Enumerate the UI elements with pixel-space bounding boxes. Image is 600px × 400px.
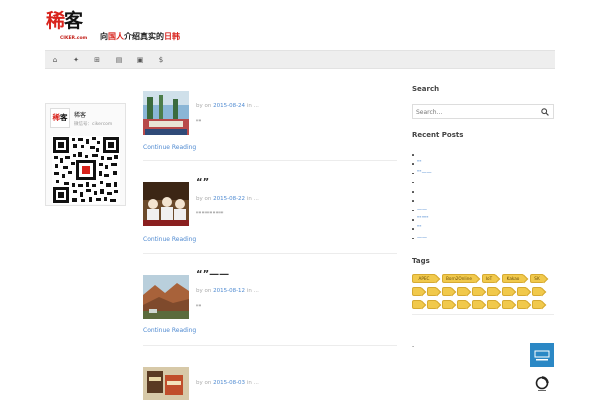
post-meta: by on 2015-08-12 in ... xyxy=(196,288,259,294)
tag-link[interactable] xyxy=(427,287,437,296)
main-nav: ⌂ ✦ ⊞ ▤ ▣ $ xyxy=(45,50,555,69)
continue-reading-link[interactable]: Continue Reading xyxy=(143,144,196,151)
post-meta: by on 2015-08-24 in ... xyxy=(196,103,259,109)
post-title[interactable]: “”—— xyxy=(196,269,229,280)
tag-link[interactable]: Born2Online xyxy=(442,274,476,283)
wechat-id: 微信号：cikercom xyxy=(74,122,113,127)
tag-link[interactable] xyxy=(517,300,527,309)
recent-posts-title: Recent Posts xyxy=(412,131,464,139)
post-thumbnail[interactable] xyxy=(143,367,189,400)
tag-link[interactable] xyxy=(487,300,497,309)
tag-link[interactable] xyxy=(532,287,542,296)
post-thumbnail[interactable] xyxy=(143,182,189,226)
logo-subtext: CIKER.com xyxy=(60,36,88,41)
post-excerpt: """""""""" xyxy=(196,211,224,218)
printer-icon[interactable]: ▣ xyxy=(135,55,145,65)
tags-widget-title: Tags xyxy=(412,257,430,265)
android-icon[interactable]: ✦ xyxy=(71,55,81,65)
tag-link[interactable] xyxy=(442,287,452,296)
tag-link[interactable] xyxy=(457,300,467,309)
tag-link[interactable] xyxy=(502,287,512,296)
post-meta: by on 2015-08-03 in ... xyxy=(196,380,259,386)
post-date-link[interactable]: 2015-08-22 xyxy=(213,196,245,202)
tag-link[interactable] xyxy=(442,300,452,309)
recent-post-link[interactable]: """"" xyxy=(412,215,552,224)
search-form xyxy=(412,104,554,119)
tag-link[interactable] xyxy=(412,300,422,309)
circle-logo-icon[interactable] xyxy=(534,376,550,392)
tag-link[interactable] xyxy=(532,300,542,309)
post-date-link[interactable]: 2015-08-24 xyxy=(213,103,245,109)
post-divider xyxy=(143,160,397,161)
wechat-avatar: 稀客 xyxy=(50,108,70,128)
recent-post-link[interactable] xyxy=(412,150,552,159)
post-meta: by on 2015-08-22 in ... xyxy=(196,196,259,202)
post-divider xyxy=(143,253,397,254)
post-divider xyxy=(143,345,397,346)
tag-link[interactable]: Kakao xyxy=(502,274,524,283)
recent-post-link[interactable] xyxy=(412,187,552,196)
post-excerpt: "" xyxy=(196,304,202,311)
continue-reading-link[interactable]: Continue Reading xyxy=(143,327,196,334)
site-slogan: 向国人介绍真实的日韩 xyxy=(100,32,180,41)
home-icon[interactable]: ⌂ xyxy=(50,55,60,65)
tag-link[interactable] xyxy=(487,287,497,296)
post-thumbnail[interactable] xyxy=(143,275,189,319)
tag-link[interactable]: APEC xyxy=(412,274,436,283)
tag-link[interactable]: SK xyxy=(530,274,544,283)
tag-link[interactable] xyxy=(412,287,422,296)
tag-link[interactable] xyxy=(472,287,482,296)
continue-reading-link[interactable]: Continue Reading xyxy=(143,236,196,243)
tag-cloud: APEC Born2Online IoT Kakao SK xyxy=(412,274,552,310)
recent-post-link[interactable]: —— xyxy=(412,206,552,215)
wechat-widget: 稀客 稀客 微信号：cikercom xyxy=(45,103,126,206)
recent-post-link[interactable]: —— xyxy=(412,234,552,243)
post-date-link[interactable]: 2015-08-12 xyxy=(213,288,245,294)
search-widget-title: Search xyxy=(412,85,440,93)
tag-link[interactable]: IoT xyxy=(482,274,496,283)
site-logo[interactable]: 稀客 CIKER.com xyxy=(46,10,88,44)
recent-post-link[interactable] xyxy=(412,178,552,187)
logo-text: 稀客 xyxy=(46,10,83,32)
tag-link[interactable] xyxy=(457,287,467,296)
search-input[interactable] xyxy=(416,108,536,116)
wechat-name: 稀客 xyxy=(74,112,87,119)
recent-post-link[interactable]: "" xyxy=(412,224,552,233)
search-icon[interactable] xyxy=(541,108,549,116)
recent-post-link[interactable]: "" xyxy=(412,159,552,168)
tag-link[interactable] xyxy=(427,300,437,309)
blue-badge-icon[interactable] xyxy=(530,343,554,367)
qr-code-icon xyxy=(52,136,120,204)
tag-link[interactable] xyxy=(472,300,482,309)
recent-post-link[interactable] xyxy=(412,196,552,205)
post-thumbnail[interactable] xyxy=(143,91,189,135)
sidebar-misc-text: - xyxy=(412,343,415,350)
post-title[interactable]: “” xyxy=(196,177,209,188)
dollar-icon[interactable]: $ xyxy=(156,55,166,65)
sidebar-divider xyxy=(412,314,554,315)
tag-link[interactable] xyxy=(517,287,527,296)
post-date-link[interactable]: 2015-08-03 xyxy=(213,380,245,386)
recent-post-link[interactable]: ""—— xyxy=(412,169,552,178)
post-excerpt: "" xyxy=(196,119,202,126)
monitor-icon[interactable]: ▤ xyxy=(114,55,124,65)
wechat-header: 稀客 稀客 微信号：cikercom xyxy=(50,108,122,130)
windows-icon[interactable]: ⊞ xyxy=(92,55,102,65)
recent-posts-list: "" ""—— —— """"" "" —— xyxy=(412,150,552,243)
tag-link[interactable] xyxy=(502,300,512,309)
